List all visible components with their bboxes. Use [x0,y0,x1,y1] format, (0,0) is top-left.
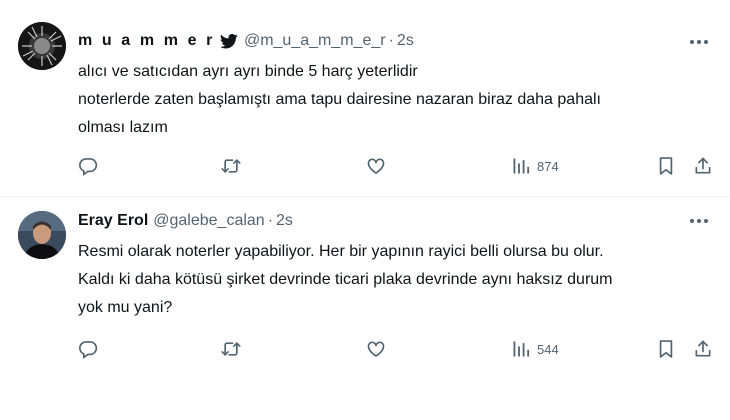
tweet[interactable]: m u a m m e r @m_u_a_m_m_e_r · 2s alıcı … [0,0,730,197]
more-icon[interactable] [688,31,710,53]
tweet[interactable]: Eray Erol @galebe_calan · 2s Resmi olara… [0,197,730,420]
handle[interactable]: @galebe_calan [153,212,264,230]
views-button[interactable]: 544 [511,337,559,361]
tweet-header: m u a m m e r @m_u_a_m_m_e_r · 2s [78,30,414,52]
tweet-text-line: noterlerde zaten başlamıştı ama tapu dai… [78,91,601,108]
reply-button[interactable] [78,337,98,361]
heart-icon [367,158,385,174]
display-name[interactable]: Eray Erol [78,212,148,230]
avatar[interactable] [18,211,66,259]
tweet-text-line: Resmi olarak noterler yapabiliyor. Her b… [78,243,604,260]
reply-icon [78,158,98,176]
timestamp[interactable]: 2s [276,212,293,230]
tweet-text: Resmi olarak noterler yapabiliyor. Her b… [78,238,712,322]
like-button[interactable] [365,337,387,361]
reply-button[interactable] [78,154,98,178]
share-icon [695,340,711,357]
bookmark-button[interactable] [656,337,676,361]
avatar[interactable] [18,22,66,70]
handle[interactable]: @m_u_a_m_m_e_r [244,32,386,50]
retweet-icon [221,342,241,356]
heart-icon [367,341,385,357]
separator: · [267,212,274,229]
views-count: 874 [537,158,559,174]
views-count: 544 [537,341,559,357]
tweet-text-line: olması lazım [78,119,168,136]
tweet-header: Eray Erol @galebe_calan · 2s [78,210,293,232]
tweet-text-line: alıcı ve satıcıdan ayrı ayrı binde 5 har… [78,63,418,80]
bookmark-button[interactable] [656,154,676,178]
action-bar: 874 [0,154,730,178]
share-button[interactable] [693,154,713,178]
action-bar: 544 [0,337,730,361]
timestamp[interactable]: 2s [397,32,414,50]
retweet-button[interactable] [220,337,242,361]
retweet-icon [221,159,241,173]
display-name[interactable]: m u a m m e r [78,32,215,50]
share-icon [695,157,711,174]
separator: · [388,32,394,49]
views-icon [513,158,530,174]
more-icon[interactable] [688,210,710,232]
views-icon [513,341,530,357]
bird-icon [219,33,238,49]
tweet-text-line: Kaldı ki daha kötüsü şirket devrinde tic… [78,271,613,288]
retweet-button[interactable] [220,154,242,178]
share-button[interactable] [693,337,713,361]
bookmark-icon [659,340,673,358]
tweet-text: alıcı ve satıcıdan ayrı ayrı binde 5 har… [78,58,712,142]
tweet-text-line: yok mu yani? [78,299,173,316]
bookmark-icon [659,157,673,175]
like-button[interactable] [365,154,387,178]
reply-icon [78,341,98,359]
views-button[interactable]: 874 [511,154,559,178]
